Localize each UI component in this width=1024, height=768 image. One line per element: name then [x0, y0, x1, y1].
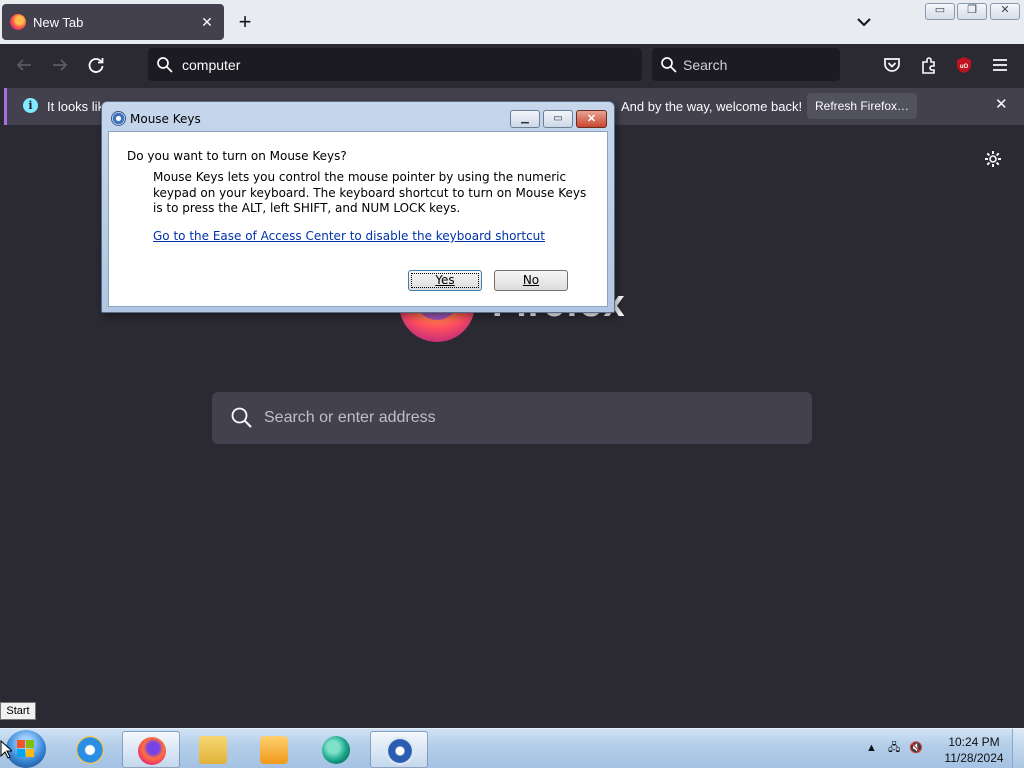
dialog-maximize-button[interactable]: ▭ [543, 110, 573, 128]
navigation-toolbar: computer Search uO [0, 44, 1024, 86]
clock[interactable]: 10:24 PM 11/28/2024 [938, 734, 1010, 766]
media-player-icon [260, 736, 288, 764]
ublock-origin-icon[interactable]: uO [952, 53, 976, 77]
yes-button-label: Yes [435, 273, 455, 287]
windows-flag-icon [17, 740, 35, 758]
search-bar[interactable]: Search [652, 48, 840, 81]
clock-date: 11/28/2024 [944, 751, 1004, 765]
file-explorer-icon [199, 736, 227, 764]
show-desktop-button[interactable] [1012, 729, 1024, 768]
list-all-tabs-chevron-icon[interactable] [850, 10, 878, 34]
tab-close-icon[interactable]: ✕ [198, 14, 216, 31]
search-icon [661, 57, 677, 73]
dialog-title: Mouse Keys [130, 112, 201, 126]
ease-of-access-icon [386, 737, 414, 765]
show-hidden-icons-icon[interactable]: ▲ [866, 742, 877, 754]
notification-close-icon[interactable]: ✕ [995, 95, 1008, 113]
tab-new-tab[interactable]: New Tab ✕ [2, 4, 224, 40]
dialog-question: Do you want to turn on Mouse Keys? [127, 149, 347, 163]
green-app-icon [322, 736, 350, 764]
hamburger-menu-icon[interactable] [988, 53, 1012, 77]
yes-button[interactable]: Yes [408, 270, 482, 291]
no-button-label: No [522, 273, 540, 287]
search-icon [157, 57, 173, 73]
dialog-close-button[interactable]: ✕ [576, 110, 607, 128]
search-icon [231, 407, 252, 428]
volume-muted-icon[interactable]: 🔇 [909, 742, 923, 754]
network-icon[interactable]: 🖧 [888, 742, 900, 754]
close-window-button[interactable]: ✕ [990, 3, 1020, 20]
internet-explorer-icon [76, 736, 104, 764]
no-button[interactable]: No [494, 270, 568, 291]
system-tray: ▲ 🖧 🔇 [866, 739, 923, 758]
reload-icon[interactable] [84, 53, 108, 77]
pocket-icon[interactable] [880, 53, 904, 77]
taskbar-ease-of-access[interactable] [370, 731, 428, 768]
firefox-icon [138, 737, 166, 765]
back-arrow-icon[interactable] [12, 53, 36, 77]
new-tab-plus-icon[interactable]: + [232, 8, 258, 36]
taskbar: ▲ 🖧 🔇 10:24 PM 11/28/2024 [0, 728, 1024, 768]
gear-icon[interactable] [983, 149, 1003, 169]
taskbar-file-explorer[interactable] [184, 731, 242, 768]
taskbar-media-player[interactable] [245, 731, 303, 768]
firefox-favicon-icon [10, 14, 26, 30]
taskbar-firefox[interactable] [122, 731, 180, 768]
minimize-window-button[interactable]: ▭ [925, 3, 955, 20]
svg-text:uO: uO [960, 64, 969, 70]
clock-time: 10:24 PM [948, 735, 1000, 749]
start-tooltip: Start [0, 702, 36, 720]
address-bar-value: computer [182, 56, 241, 73]
mouse-keys-dialog: Mouse Keys ▁ ▭ ✕ Do you want to turn on … [101, 101, 615, 313]
taskbar-internet-explorer[interactable] [61, 731, 119, 768]
search-bar-placeholder: Search [683, 56, 728, 73]
newtab-search-placeholder: Search or enter address [264, 409, 436, 426]
dialog-description: Mouse Keys lets you control the mouse po… [153, 170, 587, 215]
start-button[interactable] [6, 730, 46, 768]
notification-text-end: And by the way, welcome back! [621, 99, 803, 114]
forward-arrow-icon[interactable] [48, 53, 72, 77]
extensions-puzzle-icon[interactable] [917, 53, 941, 77]
dialog-minimize-button[interactable]: ▁ [510, 110, 540, 128]
refresh-firefox-button[interactable]: Refresh Firefox… [807, 93, 917, 119]
ease-of-access-link[interactable]: Go to the Ease of Access Center to disab… [153, 229, 545, 243]
taskbar-green-app[interactable] [307, 731, 365, 768]
info-icon: i [23, 98, 38, 113]
newtab-search-input[interactable]: Search or enter address [212, 392, 812, 444]
ease-of-access-icon [111, 111, 126, 126]
tab-title: New Tab [33, 14, 84, 30]
dialog-body: Do you want to turn on Mouse Keys? Mouse… [108, 131, 608, 307]
mouse-cursor-icon [0, 740, 12, 759]
tab-strip: New Tab ✕ + ▭ ❐ ✕ [0, 0, 1024, 44]
restore-window-button[interactable]: ❐ [957, 3, 987, 20]
address-bar[interactable]: computer [148, 48, 642, 81]
